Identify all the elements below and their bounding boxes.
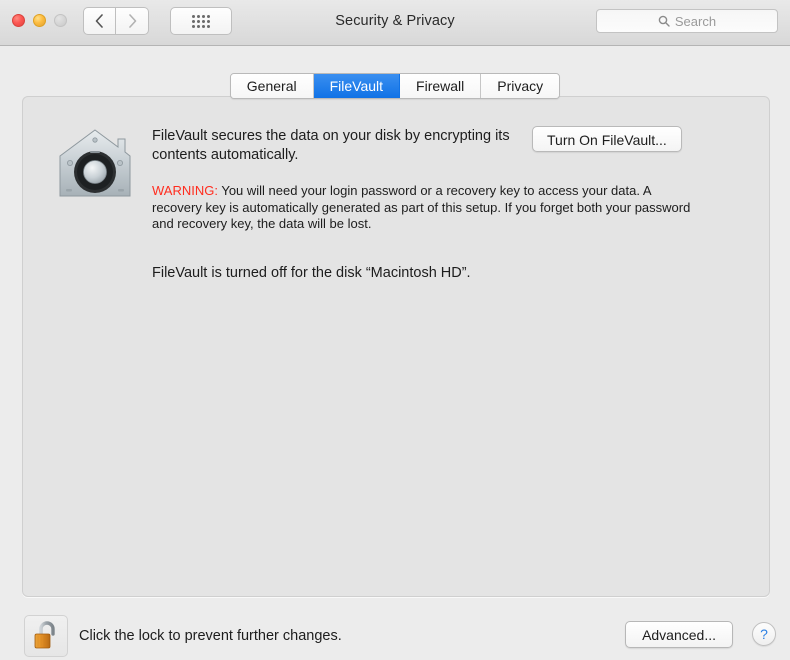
unlocked-padlock-icon bbox=[34, 621, 55, 649]
help-button[interactable]: ? bbox=[752, 622, 776, 646]
window-titlebar: Security & Privacy Search bbox=[0, 0, 790, 46]
tab-segmented-control: General FileVault Firewall Privacy bbox=[229, 73, 561, 99]
security-privacy-window: Security & Privacy Search General FileVa… bbox=[0, 0, 790, 660]
warning-label: WARNING: bbox=[152, 183, 218, 198]
search-field[interactable]: Search bbox=[596, 9, 778, 33]
filevault-content-panel: FileVault secures the data on your disk … bbox=[22, 96, 770, 597]
tab-general[interactable]: General bbox=[230, 74, 314, 98]
search-icon bbox=[658, 15, 670, 27]
tab-privacy[interactable]: Privacy bbox=[481, 74, 560, 98]
tab-filevault[interactable]: FileVault bbox=[313, 74, 401, 98]
lock-button[interactable] bbox=[24, 615, 68, 657]
search-placeholder: Search bbox=[674, 13, 717, 29]
filevault-description: FileVault secures the data on your disk … bbox=[152, 128, 510, 163]
preference-tabbar: General FileVault Firewall Privacy bbox=[0, 73, 790, 99]
turn-on-filevault-button[interactable]: Turn On FileVault... bbox=[532, 126, 682, 152]
advanced-button[interactable]: Advanced... bbox=[625, 621, 733, 648]
warning-text: You will need your login password or a r… bbox=[152, 183, 691, 231]
lock-status-text: Click the lock to prevent further change… bbox=[79, 628, 342, 644]
filevault-warning: WARNING: You will need your login passwo… bbox=[152, 183, 697, 233]
filevault-status: FileVault is turned off for the disk “Ma… bbox=[152, 264, 471, 281]
filevault-safe-icon bbox=[59, 129, 131, 197]
preferences-bottom-bar: Click the lock to prevent further change… bbox=[0, 602, 790, 660]
tab-firewall[interactable]: Firewall bbox=[400, 74, 482, 98]
